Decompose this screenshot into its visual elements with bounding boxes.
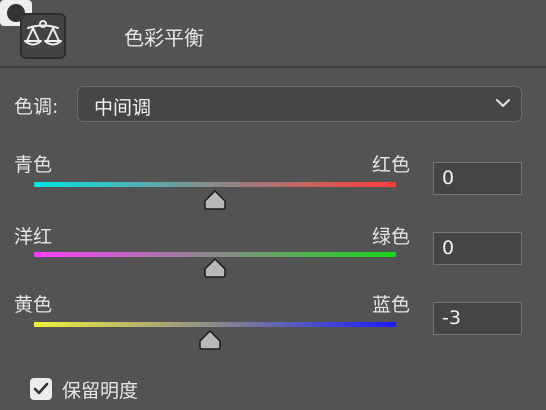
tone-label: 色调: [14,96,59,118]
cyan-red-slider-thumb[interactable] [203,190,227,210]
yellow-blue-track[interactable] [34,322,396,327]
preserve-luminosity-label: 保留明度 [62,380,139,402]
balance-scale-icon[interactable] [20,13,66,59]
slider-blue-label: 蓝色 [372,294,411,316]
tone-selected-value: 中间调 [94,97,152,119]
yellow-blue-value-input[interactable]: -3 [433,302,522,335]
panel-header: 色彩平衡 [0,0,546,68]
tone-select[interactable]: 中间调 [77,86,522,122]
checkmark-icon [33,382,49,395]
slider-green-label: 绿色 [372,226,411,248]
cyan-red-value-input[interactable]: 0 [433,162,522,195]
panel-title: 色彩平衡 [124,26,204,50]
slider-magenta-label: 洋红 [14,226,53,248]
slider-red-label: 红色 [372,154,411,176]
magenta-green-track[interactable] [34,252,396,257]
yellow-blue-slider-thumb[interactable] [198,330,222,350]
preserve-luminosity-checkbox[interactable] [30,378,52,400]
cyan-red-track[interactable] [34,182,396,187]
magenta-green-slider-thumb[interactable] [203,258,227,278]
chevron-down-icon [496,99,510,107]
slider-yellow-label: 黄色 [14,294,53,316]
magenta-green-value-input[interactable]: 0 [433,232,522,265]
slider-cyan-label: 青色 [14,154,53,176]
mask-dot [7,4,25,22]
